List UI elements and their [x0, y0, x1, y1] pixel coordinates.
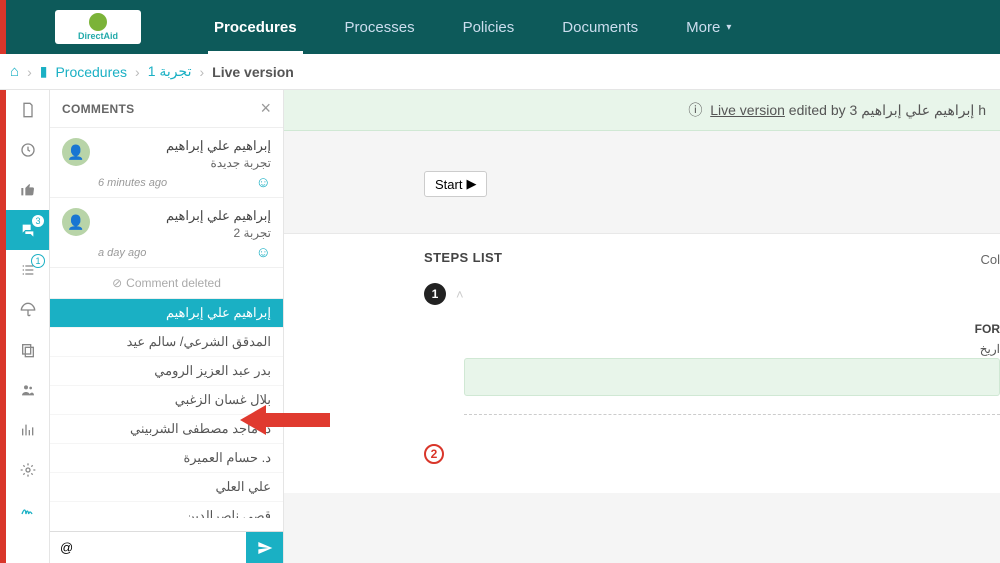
- react-icon[interactable]: ☺: [256, 244, 271, 261]
- rail-tasks[interactable]: 1: [6, 250, 49, 290]
- send-icon: [257, 540, 273, 556]
- mention-option[interactable]: المدقق الشرعي/ سالم عيد: [50, 328, 283, 357]
- rail-comments[interactable]: 3: [6, 210, 49, 250]
- divider: [464, 414, 1000, 415]
- comment-input-row: [50, 531, 283, 563]
- breadcrumb-current: Live version: [212, 64, 294, 80]
- comments-badge: 3: [31, 214, 45, 228]
- side-rail: 3 1: [6, 90, 50, 563]
- start-zone: Start ▶: [284, 131, 1000, 233]
- bar-chart-icon: [20, 422, 36, 438]
- comments-title: COMMENTS: [62, 102, 134, 116]
- version-banner: ⓘ Live version edited by 3 إبراهيم علي إ…: [284, 90, 1000, 131]
- mention-option[interactable]: د. حسام العميرة: [50, 444, 283, 473]
- comments-panel: COMMENTS × 👤 إبراهيم علي إبراهيم تجربة ج…: [50, 90, 284, 563]
- comment-text: تجربة 2: [98, 226, 271, 240]
- step-number-badge: 1: [424, 283, 446, 305]
- start-button[interactable]: Start ▶: [424, 171, 487, 197]
- mention-option[interactable]: علي العلي: [50, 473, 283, 502]
- top-nav: Procedures Processes Policies Documents …: [190, 0, 755, 54]
- react-icon[interactable]: ☺: [256, 174, 271, 191]
- rail-copy[interactable]: [6, 330, 49, 370]
- content-area: ⓘ Live version edited by 3 إبراهيم علي إ…: [284, 90, 1000, 563]
- step-row[interactable]: 1 ˄: [424, 283, 1000, 305]
- steps-title: STEPS LIST: [424, 250, 1000, 265]
- logo-mark-icon: [89, 13, 107, 31]
- banner-live[interactable]: Live version: [710, 102, 785, 118]
- signature-icon: [20, 502, 36, 518]
- comment-item: 👤 إبراهيم علي إبراهيم تجربة جديدة 6 minu…: [50, 128, 283, 198]
- document-icon: [20, 102, 36, 118]
- mention-option[interactable]: بدر عبد العزيز الرومي: [50, 357, 283, 386]
- breadcrumb: ⌂ › ▮ Procedures › تجربة 1 › Live versio…: [0, 54, 1000, 90]
- close-icon[interactable]: ×: [260, 98, 271, 119]
- comment-author: إبراهيم علي إبراهيم: [98, 208, 271, 224]
- users-icon: [20, 382, 36, 398]
- comment-deleted: ⊘Comment deleted: [50, 268, 283, 298]
- rail-document[interactable]: [6, 90, 49, 130]
- ban-icon: ⊘: [112, 276, 122, 290]
- breadcrumb-separator: ›: [199, 64, 204, 80]
- avatar: 👤: [62, 138, 90, 166]
- step-number-badge-2: 2: [424, 444, 444, 464]
- chevron-down-icon: ▾: [726, 22, 731, 33]
- form-field[interactable]: [464, 358, 1000, 396]
- breadcrumb-item[interactable]: تجربة 1: [148, 63, 192, 80]
- mention-dropdown: إبراهيم علي إبراهيم المدقق الشرعي/ سالم …: [50, 298, 283, 518]
- document-icon: ▮: [40, 63, 48, 80]
- rail-like[interactable]: [6, 170, 49, 210]
- collapse-link[interactable]: Col: [980, 252, 1000, 267]
- logo[interactable]: DirectAid: [55, 10, 141, 44]
- field-label: اريخ: [464, 342, 1000, 356]
- avatar: 👤: [62, 208, 90, 236]
- tasks-badge: 1: [31, 254, 45, 268]
- nav-more[interactable]: More ▾: [662, 0, 755, 54]
- comment-text: تجربة جديدة: [98, 156, 271, 170]
- rail-users[interactable]: [6, 370, 49, 410]
- rail-history[interactable]: [6, 130, 49, 170]
- chevron-up-icon[interactable]: ˄: [456, 287, 464, 302]
- form-section-label: FOR: [975, 322, 1000, 336]
- send-button[interactable]: [246, 532, 283, 563]
- mention-option[interactable]: إبراهيم علي إبراهيم: [50, 299, 283, 328]
- thumbs-up-icon: [20, 182, 36, 198]
- nav-procedures[interactable]: Procedures: [190, 0, 321, 54]
- play-icon: ▶: [466, 176, 476, 192]
- clock-icon: [20, 142, 36, 158]
- comment-input[interactable]: [50, 532, 246, 563]
- comments-header: COMMENTS ×: [50, 90, 283, 128]
- logo-text: DirectAid: [78, 32, 118, 42]
- comment-author: إبراهيم علي إبراهيم: [98, 138, 271, 154]
- mention-option[interactable]: بلال غسان الزغبي: [50, 386, 283, 415]
- rail-settings[interactable]: [6, 450, 49, 490]
- comment-item: 👤 إبراهيم علي إبراهيم تجربة 2 a day ago …: [50, 198, 283, 268]
- nav-processes[interactable]: Processes: [321, 0, 439, 54]
- banner-tail: 3 إبراهيم علي إبراهيم h: [850, 102, 986, 118]
- comment-timestamp: 6 minutes ago: [98, 177, 167, 189]
- nav-policies[interactable]: Policies: [439, 0, 539, 54]
- breadcrumb-separator: ›: [27, 64, 32, 80]
- umbrella-icon: [20, 302, 36, 318]
- info-icon: ⓘ: [688, 102, 702, 118]
- copy-icon: [20, 342, 36, 358]
- mention-option[interactable]: د. ماجد مصطفى الشربيني: [50, 415, 283, 444]
- nav-documents[interactable]: Documents: [538, 0, 662, 54]
- comment-timestamp: a day ago: [98, 247, 146, 259]
- steps-card: STEPS LIST Col 1 ˄ FOR اريخ 2: [284, 233, 1000, 493]
- rail-risk[interactable]: [6, 290, 49, 330]
- breadcrumb-separator: ›: [135, 64, 140, 80]
- rail-signature[interactable]: [6, 490, 49, 530]
- home-icon[interactable]: ⌂: [10, 63, 19, 80]
- gear-icon: [20, 462, 36, 478]
- breadcrumb-procedures[interactable]: Procedures: [55, 64, 127, 80]
- mention-option[interactable]: قصي ناصرالدين: [50, 502, 283, 518]
- banner-mid: edited by: [785, 102, 850, 118]
- rail-analytics[interactable]: [6, 410, 49, 450]
- logo-container: DirectAid: [6, 0, 190, 54]
